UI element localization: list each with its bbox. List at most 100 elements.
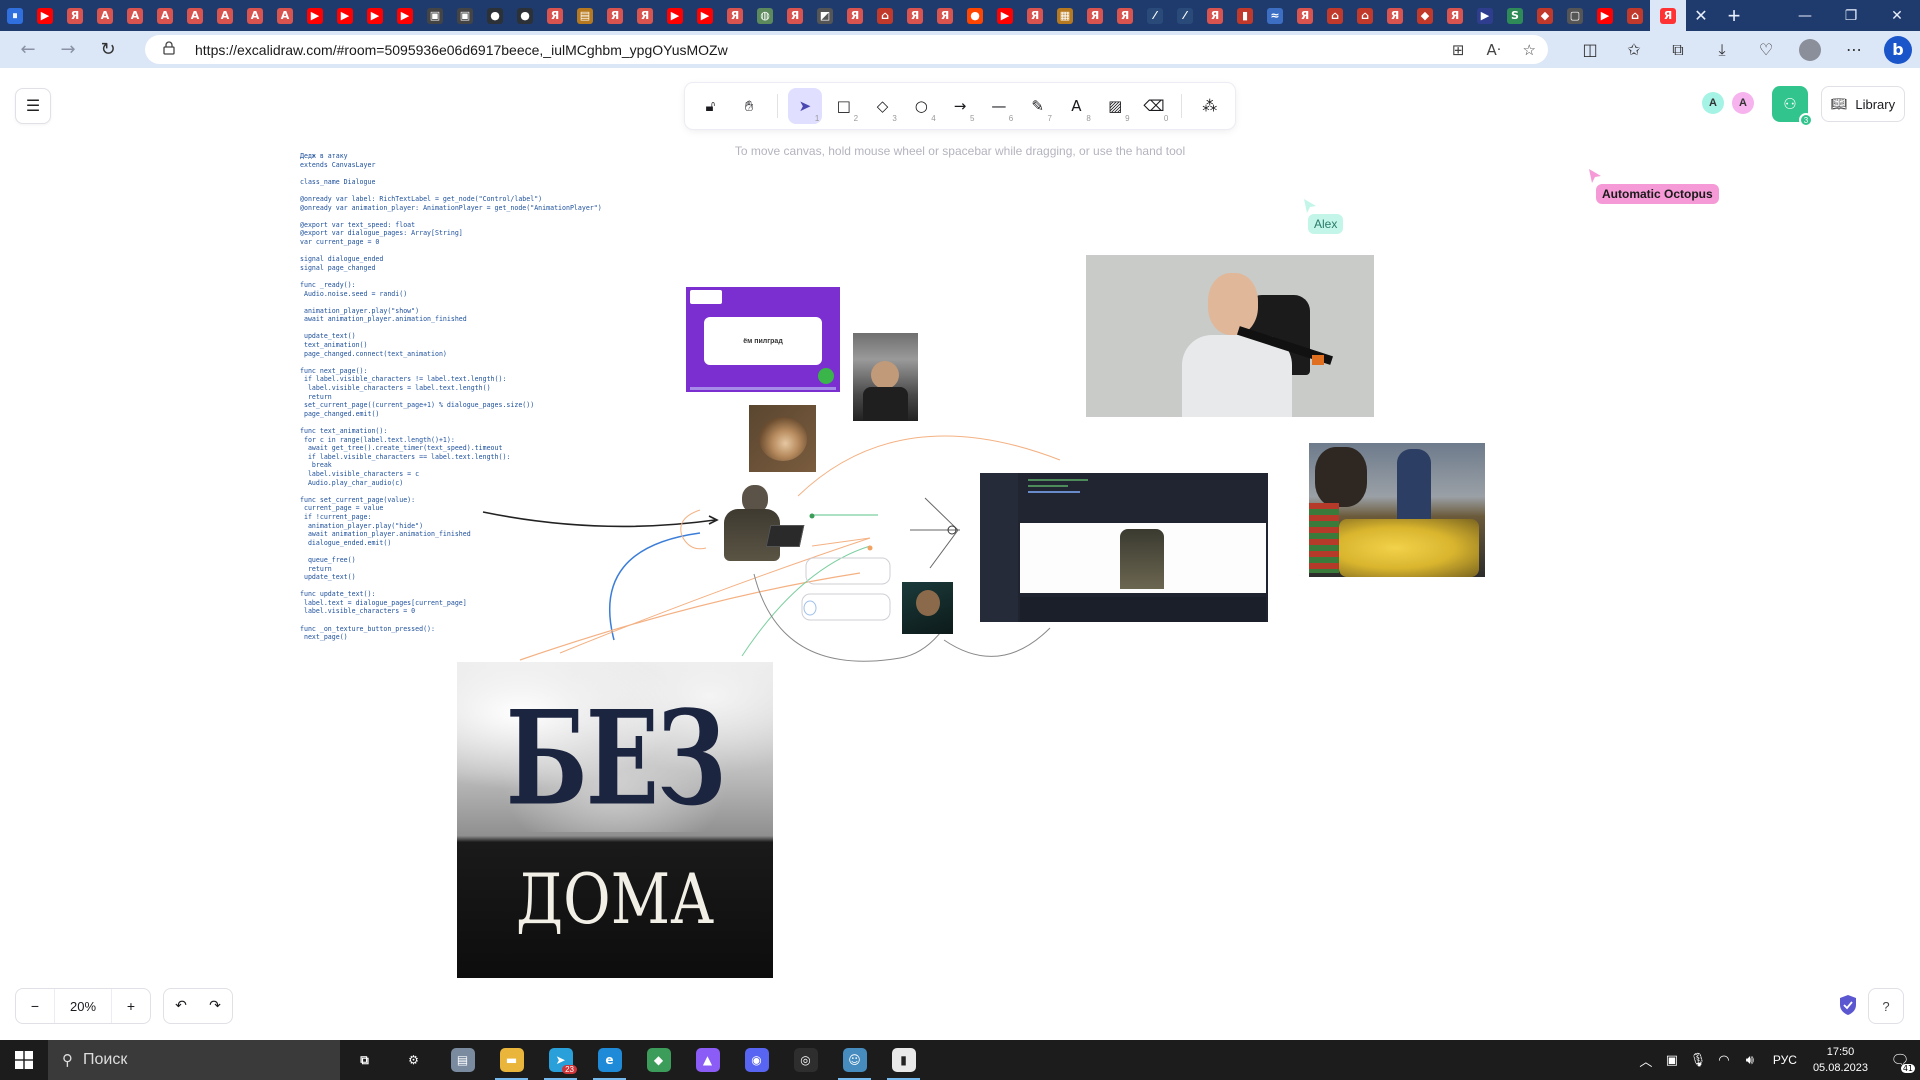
taskbar-telegram[interactable]: ➤ 23 [536, 1040, 585, 1080]
encryption-shield-icon[interactable] [1838, 994, 1858, 1016]
browser-tab[interactable]: S [1500, 0, 1530, 31]
profile-avatar[interactable] [1799, 38, 1821, 61]
monkey-bananas-image[interactable] [1309, 443, 1485, 577]
godot-editor-image[interactable] [980, 473, 1268, 622]
video-thumbnail[interactable] [902, 582, 953, 634]
browser-tab[interactable]: ⌂ [870, 0, 900, 31]
browser-tab[interactable]: ▶ [690, 0, 720, 31]
browser-tab[interactable]: Я [600, 0, 630, 31]
browser-tab[interactable]: A [270, 0, 300, 31]
man-photo[interactable] [853, 333, 918, 421]
bing-copilot-icon[interactable]: b [1884, 35, 1912, 64]
browser-tab[interactable]: ◩ [810, 0, 840, 31]
more-menu-icon[interactable]: ⋯ [1832, 40, 1876, 59]
help-button[interactable]: ? [1868, 988, 1904, 1024]
taskbar-search[interactable]: ⚲ Поиск [48, 1040, 340, 1080]
browser-tab[interactable]: A [240, 0, 270, 31]
favorites-icon[interactable]: ✩ [1612, 40, 1656, 59]
taskbar-purple-app[interactable]: ▲ [683, 1040, 732, 1080]
start-button[interactable] [0, 1040, 48, 1080]
browser-tab[interactable]: ● [960, 0, 990, 31]
taskbar-twitch[interactable]: ▮ [879, 1040, 928, 1080]
back-button[interactable]: ← [8, 31, 48, 68]
browser-tab[interactable]: ▶ [30, 0, 60, 31]
browser-tab[interactable]: ⏸ [0, 0, 30, 31]
hedgehog-image[interactable] [749, 405, 816, 472]
wifi-icon[interactable]: ◠ [1713, 1053, 1735, 1068]
browser-tab[interactable]: Я [1080, 0, 1110, 31]
taskbar-app-store[interactable]: ▤ [438, 1040, 487, 1080]
zoom-in-button[interactable]: + [112, 989, 150, 1023]
browser-tab[interactable]: Я [1020, 0, 1050, 31]
redo-button[interactable]: ↷ [198, 989, 232, 1023]
zoom-reset-button[interactable]: 20% [54, 989, 112, 1023]
browser-tab[interactable]: Я [1440, 0, 1470, 31]
split-screen-icon[interactable]: ◫ [1568, 40, 1612, 59]
taskbar-task-view[interactable]: ⧉ [340, 1040, 389, 1080]
close-tab-icon[interactable]: ✕ [1686, 0, 1716, 31]
browser-tab[interactable]: ▶ [360, 0, 390, 31]
browser-tab[interactable]: Я [60, 0, 90, 31]
active-tab[interactable]: Я [1650, 0, 1686, 31]
lock-icon[interactable] [163, 41, 177, 58]
url-field[interactable]: https://excalidraw.com/#room=5095936e06d… [145, 35, 1548, 64]
browser-tab[interactable]: ⌂ [1320, 0, 1350, 31]
browser-tab[interactable]: ▶ [990, 0, 1020, 31]
undo-button[interactable]: ↶ [164, 989, 198, 1023]
taskbar-obs[interactable]: ◎ [781, 1040, 830, 1080]
browser-tab[interactable]: Я [630, 0, 660, 31]
browser-tab[interactable]: Я [900, 0, 930, 31]
browser-tab[interactable]: A [120, 0, 150, 31]
forward-button[interactable]: → [48, 31, 88, 68]
browser-tab[interactable]: ▶ [660, 0, 690, 31]
browser-tab[interactable]: A [90, 0, 120, 31]
notification-center[interactable]: 🗨︎ 41 [1880, 1040, 1920, 1080]
new-tab-button[interactable]: + [1716, 0, 1752, 31]
browser-tab[interactable]: ⁄ [1170, 0, 1200, 31]
browser-tab[interactable]: ▣ [450, 0, 480, 31]
taskbar-discord[interactable]: ◉ [732, 1040, 781, 1080]
browser-tab[interactable]: ▢ [1560, 0, 1590, 31]
microphone-icon[interactable]: 🎙︎ [1687, 1053, 1709, 1068]
browser-tab[interactable]: ⌂ [1620, 0, 1650, 31]
camera-icon[interactable]: ▣ [1661, 1053, 1683, 1068]
extensions-icon[interactable]: ♡ [1744, 40, 1788, 59]
browser-tab[interactable]: ▶ [1590, 0, 1620, 31]
zoom-out-button[interactable]: − [16, 989, 54, 1023]
browser-tab[interactable]: ≈ [1260, 0, 1290, 31]
browser-tab[interactable]: ▶ [330, 0, 360, 31]
excalidraw-canvas[interactable]: ☰ 🔓︎ ✋︎ ➤ 1 □ 2 ◇ 3 ○ 4 → 5—6 ✎ 7 A 8 ▨ 9 ⌫ 0 ⁂ To move canv… [0, 68, 1920, 1040]
apps-icon[interactable]: ⊞ [1452, 41, 1465, 59]
language-indicator[interactable]: РУС [1773, 1053, 1797, 1067]
taskbar-git-kraken[interactable]: ◆ [634, 1040, 683, 1080]
browser-tab[interactable]: Я [540, 0, 570, 31]
poster-image[interactable]: БЕЗ ДОМА [457, 662, 773, 978]
browser-tab[interactable]: A [210, 0, 240, 31]
webcam-image[interactable] [1086, 255, 1374, 417]
browser-tab[interactable]: A [150, 0, 180, 31]
taskbar-godot[interactable]: ☺ [830, 1040, 879, 1080]
browser-tab[interactable]: ● [480, 0, 510, 31]
taskbar-settings[interactable]: ⚙ [389, 1040, 438, 1080]
browser-tab[interactable]: Я [1110, 0, 1140, 31]
browser-tab[interactable]: ⌂ [1350, 0, 1380, 31]
collections-icon[interactable]: ⧉ [1656, 40, 1700, 60]
favorite-star-icon[interactable]: ☆ [1523, 41, 1536, 59]
browser-tab[interactable]: ⁄ [1140, 0, 1170, 31]
volume-icon[interactable]: 🔊︎ [1739, 1053, 1761, 1068]
browser-tab[interactable]: ▦ [1050, 0, 1080, 31]
browser-tab[interactable]: A [180, 0, 210, 31]
browser-tab[interactable]: Я [780, 0, 810, 31]
minimize-button[interactable]: — [1782, 0, 1828, 31]
browser-tab[interactable]: ▶ [1470, 0, 1500, 31]
taskbar-edge[interactable]: e [585, 1040, 634, 1080]
character-laptop-image[interactable] [716, 483, 810, 569]
browser-tab[interactable]: ◆ [1410, 0, 1440, 31]
browser-tab[interactable]: ◍ [750, 0, 780, 31]
browser-tab[interactable]: Я [1290, 0, 1320, 31]
taskbar-file-explorer[interactable]: ▬ [487, 1040, 536, 1080]
browser-tab[interactable]: Я [1200, 0, 1230, 31]
downloads-icon[interactable]: ⤓ [1700, 40, 1744, 60]
browser-tab[interactable]: ▶ [300, 0, 330, 31]
window-close-button[interactable]: ✕ [1874, 0, 1920, 31]
